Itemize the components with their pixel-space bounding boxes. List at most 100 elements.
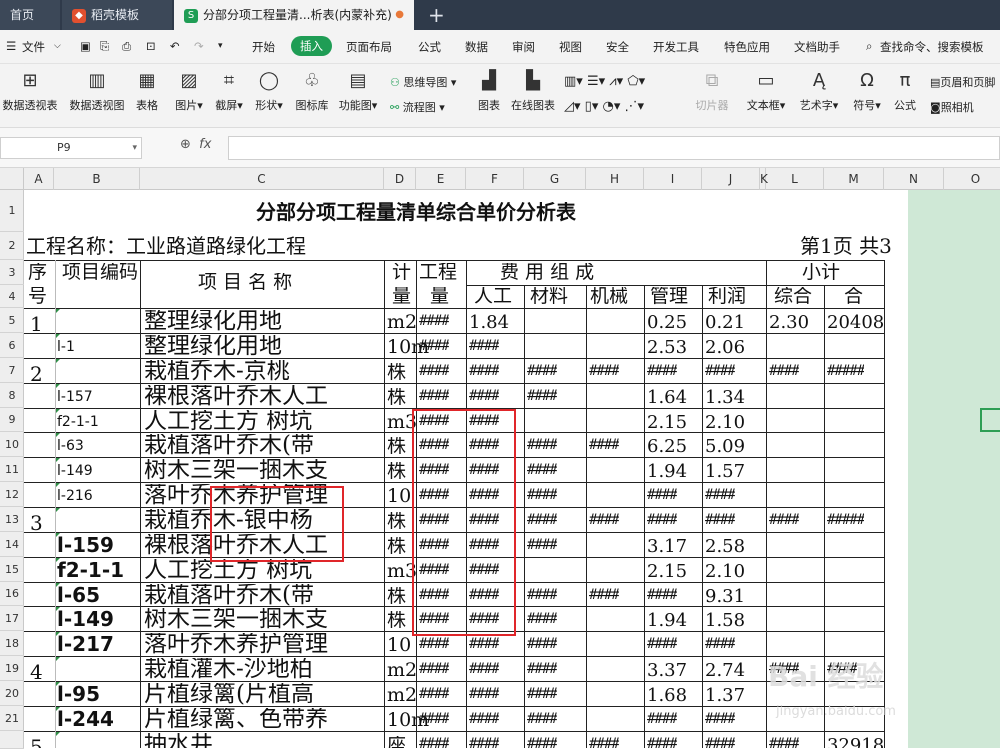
formula-button[interactable]: π 公式 <box>890 68 920 113</box>
line-chart-icon[interactable]: ⩘ <box>609 74 616 89</box>
print-preview-icon[interactable]: ⊡ <box>146 39 156 53</box>
row-header[interactable]: 15 <box>0 557 24 582</box>
function-chart-label: 功能图 <box>338 99 372 112</box>
column-header-b[interactable]: B <box>54 168 140 190</box>
menu-insert[interactable]: 插入 <box>291 36 332 56</box>
column-header-c[interactable]: C <box>140 168 384 190</box>
row-header[interactable]: 3 <box>0 260 24 285</box>
shape-button[interactable]: ◯ 形状▾ <box>252 68 286 113</box>
slicer-button[interactable]: ⧉ 切片器 <box>692 68 732 113</box>
pivot-chart-button[interactable]: ▥ 数据透视图 <box>66 68 128 113</box>
row-header[interactable]: 21 <box>0 706 24 731</box>
row-header[interactable]: 11 <box>0 457 24 482</box>
row-header[interactable]: 19 <box>0 656 24 681</box>
row-header[interactable]: 18 <box>0 631 24 656</box>
stock-chart-icon[interactable]: ▯ <box>585 99 592 114</box>
menu-data[interactable]: 数据 <box>465 39 488 55</box>
screenshot-button[interactable]: ⌗ 截屏▾ <box>212 68 246 113</box>
symbol-button[interactable]: Ω 符号▾ <box>850 68 884 113</box>
picture-button[interactable]: ▨ 图片▾ <box>172 68 206 113</box>
export-icon[interactable]: ⎘ <box>100 39 109 54</box>
online-chart-button[interactable]: ▙ 在线图表 <box>508 68 558 113</box>
row-header[interactable]: 17 <box>0 606 24 631</box>
row-header[interactable]: 7 <box>0 358 24 383</box>
menu-start[interactable]: 开始 <box>252 39 275 55</box>
row-header[interactable]: 16 <box>0 582 24 606</box>
camera-button[interactable]: ◙照相机 <box>930 99 974 115</box>
column-chart-icon[interactable]: ▥ <box>564 74 576 89</box>
tab-active-document[interactable]: S 分部分项工程量清...析表(内蒙补充) ● <box>174 0 414 30</box>
pie-chart-icon[interactable]: ◔ <box>603 99 614 114</box>
menu-review[interactable]: 审阅 <box>512 39 535 55</box>
redo-icon[interactable]: ↷ <box>194 39 204 53</box>
column-header-m[interactable]: M <box>824 168 884 190</box>
column-header-f[interactable]: F <box>466 168 524 190</box>
name-box[interactable]: P9 ▾ <box>0 137 142 159</box>
column-header-l[interactable]: L <box>766 168 824 190</box>
zoom-formula-icon[interactable]: ⊕ <box>180 137 191 152</box>
cell-profit: 1.37 <box>705 687 746 705</box>
hamburger-icon[interactable]: ☰ <box>6 39 16 53</box>
area-chart-icon[interactable]: ◿ <box>564 99 574 114</box>
menu-file[interactable]: 文件 <box>22 39 45 55</box>
chart-type-gallery-2[interactable]: ◿▾ ▯▾ ◔▾ ⋰▾ <box>564 99 644 114</box>
row-header[interactable]: 9 <box>0 408 24 432</box>
function-chart-button[interactable]: ▤ 功能图▾ <box>338 68 378 113</box>
scatter-chart-icon[interactable]: ⋰ <box>625 99 638 114</box>
table-button[interactable]: ▦ 表格 <box>132 68 162 113</box>
command-search-box[interactable]: 查找命令、搜索模板 <box>880 39 984 55</box>
textbox-button[interactable]: ▭ 文本框▾ <box>744 68 788 113</box>
row-header[interactable]: 20 <box>0 681 24 706</box>
name-box-dropdown-icon[interactable]: ▾ <box>132 138 137 158</box>
row-header[interactable]: 13 <box>0 507 24 532</box>
flowchart-button[interactable]: ⚯ 流程图 ▾ <box>390 99 445 115</box>
chevron-down-icon[interactable]: ⌵ <box>54 41 61 51</box>
column-header-d[interactable]: D <box>384 168 416 190</box>
column-header-g[interactable]: G <box>524 168 586 190</box>
formula-input[interactable] <box>228 136 1000 160</box>
chart-button[interactable]: ▟ 图表 <box>474 68 504 113</box>
row-header[interactable] <box>0 731 24 749</box>
column-header-h[interactable]: H <box>586 168 644 190</box>
menu-special[interactable]: 特色应用 <box>724 39 770 55</box>
row-header[interactable]: 8 <box>0 383 24 408</box>
bar-chart-h-icon[interactable]: ☰ <box>587 74 599 89</box>
row-header[interactable]: 14 <box>0 532 24 557</box>
menu-doc-assistant[interactable]: 文档助手 <box>794 39 840 55</box>
mind-map-button[interactable]: ⚇ 思维导图 ▾ <box>390 74 456 90</box>
row-header[interactable]: 6 <box>0 333 24 358</box>
menu-formulas[interactable]: 公式 <box>418 39 441 55</box>
search-icon[interactable]: ⌕ <box>866 39 872 54</box>
row-header[interactable]: 10 <box>0 432 24 457</box>
new-tab-button[interactable]: + <box>428 0 445 30</box>
column-header-i[interactable]: I <box>644 168 702 190</box>
column-header-j[interactable]: J <box>702 168 760 190</box>
icon-library-button[interactable]: ♧ 图标库 <box>292 68 332 113</box>
tab-home[interactable]: 首页 <box>0 0 60 30</box>
chart-type-gallery[interactable]: ▥▾ ☰▾ ⩘▾ ⬠▾ <box>564 74 645 89</box>
row-header[interactable]: 5 <box>0 308 24 333</box>
tab-daoke-templates[interactable]: ◆ 稻壳模板 <box>62 0 172 30</box>
print-icon[interactable]: ⎙ <box>122 39 131 54</box>
menu-page-layout[interactable]: 页面布局 <box>346 39 392 55</box>
menu-developer[interactable]: 开发工具 <box>653 39 699 55</box>
column-header-e[interactable]: E <box>416 168 466 190</box>
wordart-button[interactable]: Ą 艺术字▾ <box>796 68 842 113</box>
fx-icon[interactable]: fx <box>199 137 211 152</box>
row-header[interactable]: 2 <box>0 232 24 260</box>
quick-access-dropdown-icon[interactable]: ▾ <box>218 41 223 51</box>
column-header-n[interactable]: N <box>884 168 944 190</box>
undo-icon[interactable]: ↶ <box>170 39 180 53</box>
menu-view[interactable]: 视图 <box>559 39 582 55</box>
row-header[interactable]: 12 <box>0 482 24 507</box>
select-all-corner[interactable] <box>0 168 24 190</box>
row-header[interactable]: 4 <box>0 285 24 308</box>
row-header[interactable]: 1 <box>0 190 24 232</box>
header-footer-button[interactable]: ▤页眉和页脚 <box>930 74 995 90</box>
radar-chart-icon[interactable]: ⬠ <box>627 74 638 89</box>
save-icon[interactable]: ▣ <box>80 39 91 53</box>
menu-security[interactable]: 安全 <box>606 39 629 55</box>
pivot-table-button[interactable]: ⊞ 数据透视表 <box>0 68 60 113</box>
column-header-o[interactable]: O <box>944 168 1000 190</box>
column-header-a[interactable]: A <box>24 168 54 190</box>
